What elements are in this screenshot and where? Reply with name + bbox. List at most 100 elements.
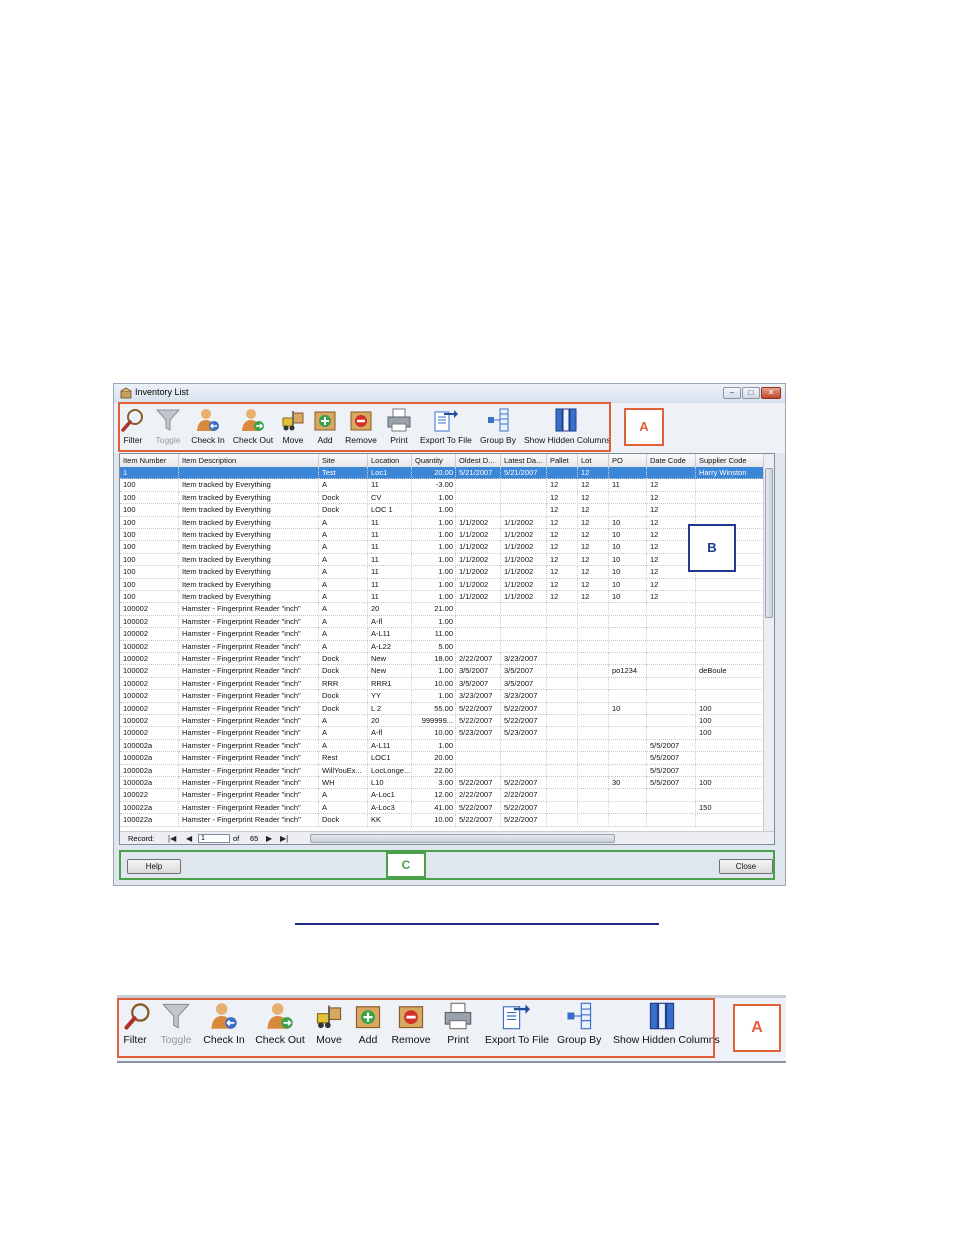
table-row[interactable]: 100022a Hamster - Fingerprint Reader "inc… — [120, 814, 766, 827]
table-cell: 100022a — [120, 801, 179, 814]
table-row[interactable]: 1 Test Loc1 20.00 5/21/2007 5/21/2007 12 Harry … — [120, 467, 766, 480]
table-cell: 100 — [696, 727, 766, 740]
table-cell: Hamster - Fingerprint Reader "inch" — [179, 727, 319, 740]
table-row[interactable]: 100002 Hamster - Fingerprint Reader "inch… — [120, 603, 766, 616]
table-cell: A-L11 — [368, 628, 412, 641]
table-row[interactable]: 100002 Hamster - Fingerprint Reader "inch… — [120, 690, 766, 703]
table-row[interactable]: 100002 Hamster - Fingerprint Reader "inch… — [120, 615, 766, 629]
vertical-scrollbar[interactable] — [763, 454, 774, 831]
column-header[interactable]: Site — [319, 454, 368, 467]
column-header[interactable]: Supplier Code — [696, 454, 766, 467]
column-header[interactable]: Location — [368, 454, 412, 467]
table-row[interactable]: 100002a Hamster - Fingerprint Reader "inc… — [120, 739, 766, 753]
horizontal-scroll-thumb[interactable] — [310, 834, 615, 843]
table-row[interactable]: 100002 Hamster - Fingerprint Reader "inch… — [120, 727, 766, 740]
table-cell: Rest — [319, 752, 368, 765]
horizontal-scrollbar[interactable] — [302, 834, 762, 843]
table-row[interactable]: 100 Item tracked by Everything A 11 1.00 1/1/… — [120, 516, 766, 529]
table-cell: Item tracked by Everything — [179, 553, 319, 566]
table-cell — [609, 690, 647, 703]
table-cell — [501, 752, 547, 765]
column-header[interactable]: Latest Da... — [501, 454, 547, 467]
table-cell: 20 — [368, 603, 412, 616]
maximize-button[interactable]: □ — [742, 387, 760, 399]
last-record-icon[interactable]: ▶| — [280, 832, 288, 844]
table-row[interactable]: 100002 Hamster - Fingerprint Reader "inch… — [120, 677, 766, 691]
table-cell: A-L22 — [368, 640, 412, 653]
previous-record-icon[interactable]: ◀ — [186, 832, 192, 844]
table-cell: 2/22/2007 — [456, 789, 501, 802]
table-row[interactable]: 100 Item tracked by Everything Dock CV 1.00 1… — [120, 491, 766, 505]
table-cell: Item tracked by Everything — [179, 479, 319, 492]
table-cell: 11 — [368, 541, 412, 554]
table-row[interactable]: 100002 Hamster - Fingerprint Reader "inch… — [120, 715, 766, 728]
table-cell: 5/22/2007 — [501, 702, 547, 715]
table-cell: 999999... — [412, 715, 456, 727]
help-button[interactable]: Help — [127, 859, 181, 874]
table-cell: 100002 — [120, 653, 179, 665]
record-number-input[interactable]: 1 — [198, 834, 230, 843]
zoomed-toolbar-highlight-box — [117, 998, 715, 1058]
table-cell: 12 — [578, 491, 609, 504]
table-row[interactable]: 100 Item tracked by Everything A 11 1.00 1/1/… — [120, 578, 766, 591]
column-header[interactable]: Quantity — [412, 454, 456, 467]
table-row[interactable]: 100002 Hamster - Fingerprint Reader "inch… — [120, 702, 766, 715]
table-cell — [547, 653, 578, 665]
table-row[interactable]: 100 Item tracked by Everything A 11 1.00 1/1/… — [120, 566, 766, 579]
next-record-icon[interactable]: ▶ — [266, 832, 272, 844]
column-header[interactable]: Item Description — [179, 454, 319, 467]
table-row[interactable]: 100002 Hamster - Fingerprint Reader "inch… — [120, 653, 766, 666]
table-cell: 5/22/2007 — [501, 801, 547, 814]
table-row[interactable]: 100022 Hamster - Fingerprint Reader "inch… — [120, 789, 766, 802]
table-row[interactable]: 100 Item tracked by Everything A 11 1.00 1/1/… — [120, 591, 766, 604]
table-cell — [456, 603, 501, 616]
column-header[interactable]: Lot — [578, 454, 609, 467]
table-cell: 20.00 — [412, 467, 456, 479]
table-row[interactable]: 100002 Hamster - Fingerprint Reader "inch… — [120, 665, 766, 678]
minimize-button[interactable]: – — [723, 387, 741, 399]
table-row[interactable]: 100002a Hamster - Fingerprint Reader "inc… — [120, 764, 766, 777]
vertical-scroll-thumb[interactable] — [765, 468, 773, 618]
column-header[interactable]: PO — [609, 454, 647, 467]
table-row[interactable]: 100 Item tracked by Everything Dock LOC 1 1.… — [120, 504, 766, 517]
column-header[interactable]: Date Code — [647, 454, 696, 467]
title-bar[interactable]: Inventory List – □ ✕ — [114, 384, 785, 403]
table-row[interactable]: 100 Item tracked by Everything A 11 1.00 1/1/… — [120, 541, 766, 554]
table-row[interactable]: 100 Item tracked by Everything A 11 1.00 1/1/… — [120, 553, 766, 567]
table-cell: New — [368, 665, 412, 678]
table-cell: 1/1/2002 — [456, 541, 501, 554]
table-cell: 1/1/2002 — [501, 566, 547, 579]
table-row[interactable]: 100002 Hamster - Fingerprint Reader "inch… — [120, 628, 766, 641]
table-cell: Hamster - Fingerprint Reader "inch" — [179, 615, 319, 628]
table-cell: 100002a — [120, 739, 179, 752]
table-cell — [456, 628, 501, 641]
table-cell: Hamster - Fingerprint Reader "inch" — [179, 640, 319, 653]
table-cell: 5/22/2007 — [456, 814, 501, 827]
table-cell: 12 — [578, 578, 609, 591]
table-cell: 11 — [368, 479, 412, 492]
callout-c: C — [386, 852, 426, 878]
table-cell — [696, 591, 766, 603]
column-header[interactable]: Pallet — [547, 454, 578, 467]
table-cell — [578, 665, 609, 678]
table-cell — [647, 814, 696, 827]
column-header[interactable]: Item Number — [120, 454, 179, 467]
first-record-icon[interactable]: |◀ — [168, 832, 176, 844]
close-button[interactable]: Close — [719, 859, 773, 874]
table-row[interactable]: 100002a Hamster - Fingerprint Reader "inc… — [120, 777, 766, 790]
table-row[interactable]: 100022a Hamster - Fingerprint Reader "inc… — [120, 801, 766, 815]
table-cell: Item tracked by Everything — [179, 529, 319, 541]
table-cell: 10.00 — [412, 677, 456, 690]
table-cell: 21.00 — [412, 603, 456, 616]
inventory-list-window: Inventory List – □ ✕ Filter Toggle Check… — [113, 383, 786, 886]
table-row[interactable]: 100 Item tracked by Everything A 11 1.00 1/1/… — [120, 529, 766, 542]
column-header[interactable]: Oldest D... — [456, 454, 501, 467]
table-cell — [547, 752, 578, 765]
table-cell: WH — [319, 777, 368, 789]
table-cell: 1.00 — [412, 553, 456, 566]
table-cell: CV — [368, 491, 412, 504]
close-window-button[interactable]: ✕ — [761, 387, 781, 399]
table-row[interactable]: 100002 Hamster - Fingerprint Reader "inch… — [120, 640, 766, 653]
table-row[interactable]: 100 Item tracked by Everything A 11 -3.00 12 1… — [120, 479, 766, 492]
table-row[interactable]: 100002a Hamster - Fingerprint Reader "inc… — [120, 752, 766, 765]
